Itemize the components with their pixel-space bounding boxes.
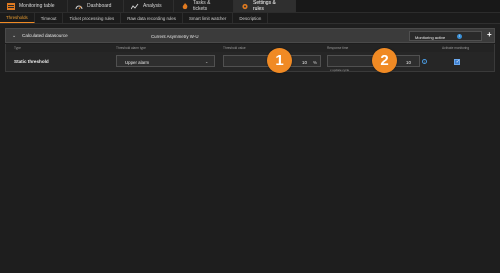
tab-label: Dashboard [87,3,112,9]
col-header-activate: Activate monitoring [442,46,470,50]
chevron-down-icon: ⌄ [205,59,209,64]
monitoring-active-toggle[interactable]: Monitoring active i [409,31,482,41]
subtab-timeout[interactable]: Timeout [35,13,64,23]
panel-title: Calculated datasource [22,33,68,38]
info-icon[interactable]: i [422,59,427,64]
threshold-unit: % [313,59,317,65]
annotation-badge-1: 1 [267,48,292,73]
table-row: Static threshold Upper alarm ⌄ 10 % 10 x… [5,52,495,72]
annotation-badge-2: 2 [372,48,397,73]
dashboard-icon [75,5,83,9]
alarm-type-select[interactable]: Upper alarm ⌄ [116,55,215,67]
settings-icon [242,3,248,9]
tab-label: Settings & rules [253,0,276,12]
tab-settings-rules[interactable]: Settings & rules [234,0,296,12]
threshold-value: 10 [302,59,307,65]
tab-monitoring-table[interactable]: Monitoring table [0,0,68,12]
col-header-threshold: Threshold value [223,46,246,50]
col-header-alarm-type: Threshold alarm type [116,46,146,50]
threshold-table-header: Type Threshold alarm type Threshold valu… [5,44,495,52]
current-datasource-label: Current Asymmetry W-U [151,33,199,39]
tab-dashboard[interactable]: Dashboard [68,0,124,12]
monitoring-active-label: Monitoring active [415,34,446,40]
tab-label: Tasks & tickets [192,0,211,12]
tab-analysis[interactable]: Analysis [124,0,174,12]
col-header-type: Type [14,46,21,50]
col-header-response: Response time [327,46,349,50]
response-time-value: 10 [406,59,411,65]
app-window: Monitoring table Dashboard Analysis Task… [0,0,500,273]
subtab-raw-data-recording-rules[interactable]: Raw data recording rules [121,13,183,23]
tab-label: Monitoring table [19,3,55,9]
tab-label: Analysis [143,3,162,9]
add-button[interactable]: + [487,30,492,39]
activate-monitoring-checkbox[interactable]: ✓ [454,59,460,65]
table-icon [7,2,15,10]
subtab-ticket-processing-rules[interactable]: Ticket processing rules [63,13,122,23]
subtab-description[interactable]: Description [233,13,269,23]
datasource-panel-header: ⌄ Calculated datasource Current Asymmetr… [5,28,495,43]
main-tab-bar: Monitoring table Dashboard Analysis Task… [0,0,500,13]
threshold-type-label: Static threshold [14,59,49,64]
fire-icon [182,2,188,9]
update-cycle-label: x update cycle [330,68,350,72]
alarm-type-value: Upper alarm [125,59,150,65]
chart-icon [131,3,139,9]
subtab-thresholds[interactable]: Thresholds [0,13,35,23]
info-icon[interactable]: i [457,34,462,39]
check-icon: ✓ [455,59,460,65]
subtab-smart-limit-watcher[interactable]: Smart limit watcher [183,13,234,23]
tab-tasks-tickets[interactable]: Tasks & tickets [174,0,234,12]
sub-tab-bar: Thresholds Timeout Ticket processing rul… [0,13,500,24]
chevron-down-icon[interactable]: ⌄ [12,33,16,39]
